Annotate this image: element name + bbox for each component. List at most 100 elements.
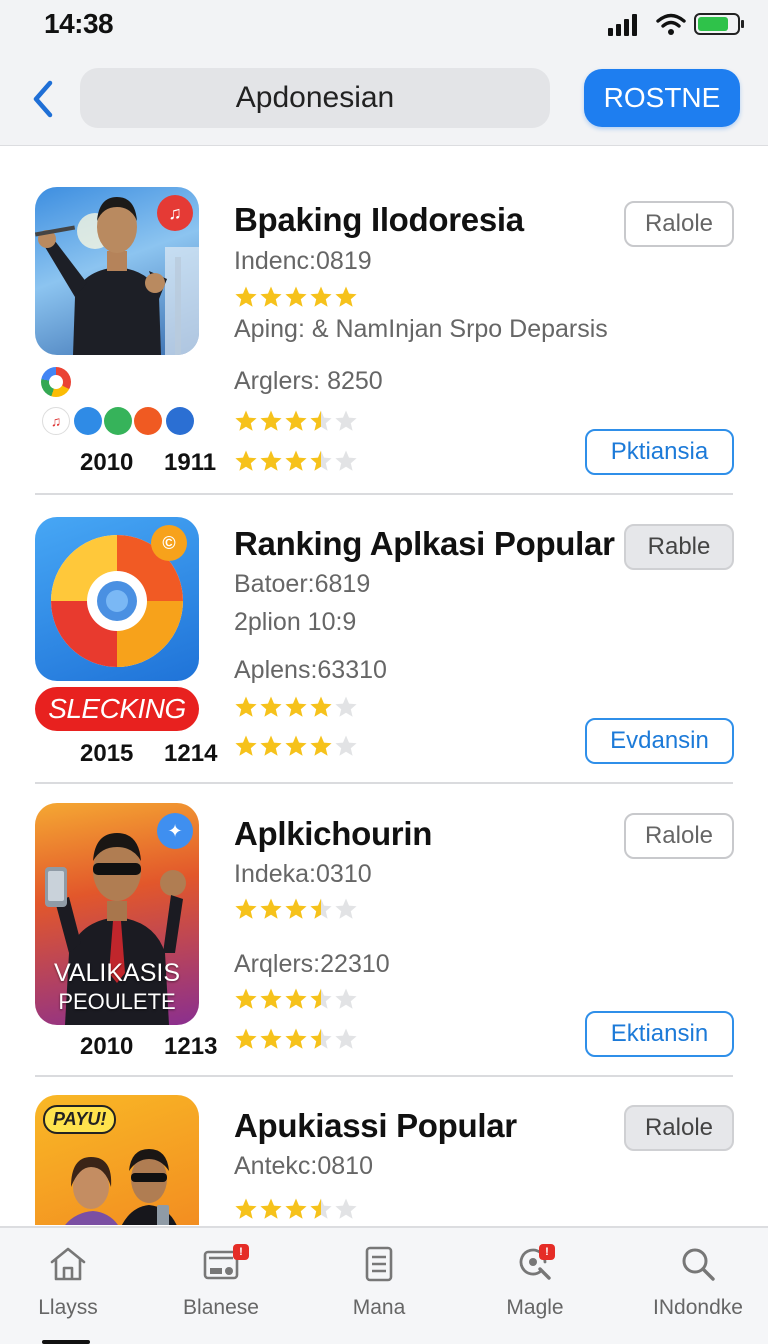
app-icon[interactable]: PAYU!: [35, 1095, 199, 1225]
star-icon: [335, 1198, 357, 1219]
star-icon: [235, 410, 257, 431]
star-icon: [310, 1028, 332, 1049]
star-rating: [234, 285, 359, 311]
star-icon: [260, 1028, 282, 1049]
star-icon: [235, 898, 257, 919]
bird-app-icon: [166, 407, 194, 435]
star-icon: [235, 450, 257, 471]
icon-caption-1: VALIKASIS: [54, 959, 180, 987]
rate-button[interactable]: Ralole: [624, 201, 734, 247]
star-icon: [235, 286, 257, 307]
sparkle-badge-icon: ✦: [157, 813, 193, 849]
star-icon: [260, 286, 282, 307]
tab-label: Magle: [506, 1296, 564, 1319]
star-rating: [234, 1197, 359, 1223]
small-app-icon: [41, 367, 71, 397]
star-icon: [260, 450, 282, 471]
app-icon[interactable]: ✦ VALIKASIS PEOULETE: [35, 803, 199, 1025]
status-time: 14:38: [44, 8, 114, 39]
rate-button[interactable]: Ralole: [624, 1105, 734, 1151]
star-rating: [234, 897, 359, 923]
star-icon: [260, 696, 282, 717]
star-icon: [335, 286, 357, 307]
tab-label: INdondke: [653, 1296, 743, 1319]
star-icon: [310, 988, 332, 1009]
star-icon: [335, 898, 357, 919]
rate-button[interactable]: Ralole: [624, 813, 734, 859]
app-title[interactable]: Ranking Aplkasi Popular: [234, 525, 615, 563]
year-range: 2015 1214: [80, 740, 218, 767]
primary-button[interactable]: ROSTNE: [584, 69, 740, 127]
star-icon: [285, 735, 307, 756]
star-icon: [310, 450, 332, 471]
list-item[interactable]: PAYU! Apukiassi Popular Antekc:0810 Ralo…: [0, 1077, 768, 1225]
back-chevron-icon[interactable]: [28, 78, 58, 120]
music-app-icon: ♫: [42, 407, 70, 435]
star-icon: [335, 735, 357, 756]
tab-discover[interactable]: ! Magle: [475, 1242, 595, 1334]
app-title[interactable]: Aplkichourin: [234, 815, 432, 853]
tab-home[interactable]: Llayss: [8, 1242, 128, 1334]
action-button[interactable]: Pktiansia: [585, 429, 734, 475]
star-icon: [285, 988, 307, 1009]
star-icon: [235, 1028, 257, 1049]
tab-label: Mana: [352, 1296, 406, 1319]
app-meta-3: Arqlers:22310: [234, 950, 390, 978]
app-title[interactable]: Apukiassi Popular: [234, 1107, 517, 1145]
cloud-app-icon: [74, 407, 102, 435]
star-icon: [335, 988, 357, 1009]
icon-caption-2: PEOULETE: [58, 989, 176, 1014]
list-item[interactable]: ♫ ♫ 2010 1911 Bpaking Ilodoresia Indenc:…: [0, 147, 768, 495]
home-indicator: [42, 1340, 90, 1344]
coin-badge-icon: ©: [151, 525, 187, 561]
star-icon: [335, 410, 357, 431]
star-rating: [234, 1027, 359, 1053]
star-icon: [235, 735, 257, 756]
tab-bar: Llayss ! Blanese Mana ! Magle INdondke: [0, 1226, 768, 1344]
star-rating: [234, 734, 359, 760]
speech-bubble: PAYU!: [43, 1105, 117, 1134]
social-icons-row: ♫: [40, 405, 200, 437]
tab-media[interactable]: ! Blanese: [161, 1242, 281, 1334]
star-icon: [260, 1198, 282, 1219]
star-rating: [234, 409, 359, 435]
video-app-icon: [134, 407, 162, 435]
app-title[interactable]: Bpaking Ilodoresia: [234, 201, 524, 239]
star-icon: [310, 735, 332, 756]
battery-level: [698, 17, 729, 31]
app-icon[interactable]: ♫: [35, 187, 199, 355]
list-item[interactable]: © SLECKING 2015 1214 Ranking Aplkasi Pop…: [0, 495, 768, 785]
document-icon: [365, 1246, 393, 1282]
search-input[interactable]: Apdonesian: [80, 68, 550, 128]
app-meta-1: Indeka:0310: [234, 860, 372, 888]
tab-label: Llayss: [38, 1296, 98, 1319]
tab-document[interactable]: Mana: [319, 1242, 439, 1334]
music-badge-icon: ♫: [157, 195, 193, 231]
star-icon: [310, 410, 332, 431]
list-item[interactable]: ✦ VALIKASIS PEOULETE 2010 1213 Aplkichou…: [0, 785, 768, 1077]
tab-label: Blanese: [183, 1296, 259, 1319]
star-icon: [260, 410, 282, 431]
star-icon: [235, 696, 257, 717]
star-icon: [285, 1198, 307, 1219]
tab-search[interactable]: INdondke: [638, 1242, 758, 1334]
app-meta-2: 2plion 10:9: [234, 608, 357, 636]
wifi-icon: [656, 13, 686, 35]
star-icon: [285, 1028, 307, 1049]
notification-badge: !: [539, 1244, 555, 1260]
action-button[interactable]: Ektiansin: [585, 1011, 734, 1057]
star-icon: [260, 988, 282, 1009]
star-icon: [235, 1198, 257, 1219]
rate-button[interactable]: Rable: [624, 524, 734, 570]
star-icon: [335, 1028, 357, 1049]
app-meta-1: Batoer:6819: [234, 570, 371, 598]
star-rating: [234, 695, 359, 721]
year-range: 2010 1213: [80, 1033, 218, 1060]
app-icon[interactable]: ©: [35, 517, 199, 681]
notification-badge: !: [233, 1244, 249, 1260]
star-icon: [235, 988, 257, 1009]
star-icon: [310, 286, 332, 307]
action-button[interactable]: Evdansin: [585, 718, 734, 764]
star-icon: [335, 450, 357, 471]
app-meta-2: Aping: & NamInjan Srpo Deparsis: [234, 315, 608, 343]
